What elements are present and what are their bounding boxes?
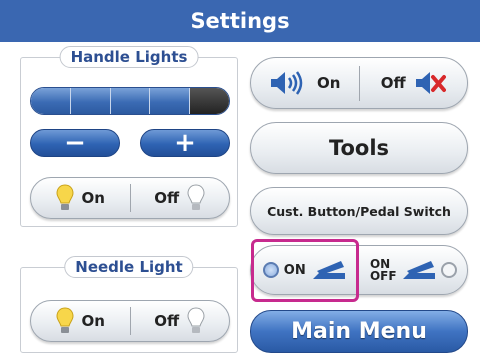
page-title: Settings xyxy=(190,9,290,33)
level-segment xyxy=(70,88,111,114)
speaker-mute-icon xyxy=(415,72,446,94)
lightbulb-off-icon xyxy=(187,184,205,210)
needle-light-label: Needle Light xyxy=(64,256,194,278)
needle-light-toggle: On Off xyxy=(30,300,230,342)
level-segment xyxy=(31,88,71,114)
main-menu-label: Main Menu xyxy=(291,319,427,344)
level-segment xyxy=(190,88,229,114)
tools-button[interactable]: Tools xyxy=(250,122,468,174)
off-label: Off xyxy=(154,189,180,207)
handle-light-off-button[interactable]: Off xyxy=(131,178,230,218)
tools-label: Tools xyxy=(328,136,390,160)
on-label: On xyxy=(81,312,105,330)
lightbulb-off-icon xyxy=(187,307,205,333)
sound-toggle: On Off xyxy=(250,57,468,109)
plus-icon: + xyxy=(174,128,196,158)
lightbulb-on-icon xyxy=(56,307,74,333)
handle-light-on-button[interactable]: On xyxy=(31,178,130,218)
cust-button-label: Cust. Button/Pedal Switch xyxy=(267,203,451,219)
lightbulb-on-icon xyxy=(56,184,74,210)
sound-off-label: Off xyxy=(380,74,406,92)
handle-light-toggle: On Off xyxy=(30,177,230,219)
pedal-onoff-label: ON OFF xyxy=(370,258,397,282)
needle-light-on-button[interactable]: On xyxy=(31,301,130,341)
needle-light-off-button[interactable]: Off xyxy=(131,301,230,341)
decrease-button[interactable]: − xyxy=(30,128,120,158)
level-segment xyxy=(150,88,191,114)
pedal-icon xyxy=(402,261,435,279)
pedal-mode-onoff-option[interactable]: ON OFF xyxy=(360,246,468,294)
main-menu-button[interactable]: Main Menu xyxy=(250,310,468,353)
on-label: On xyxy=(81,189,105,207)
title-bar: Settings xyxy=(0,0,480,42)
sound-on-button[interactable]: On xyxy=(251,58,359,108)
sound-off-button[interactable]: Off xyxy=(360,58,468,108)
handle-light-level-meter[interactable] xyxy=(30,87,230,115)
minus-icon: − xyxy=(64,128,86,158)
radio-unselected xyxy=(440,262,457,278)
handle-lights-label: Handle Lights xyxy=(59,46,199,68)
off-label: Off xyxy=(154,312,180,330)
level-segment xyxy=(110,88,151,114)
pedal-onoff-line2: OFF xyxy=(369,269,397,283)
sound-on-label: On xyxy=(317,74,341,92)
increase-button[interactable]: + xyxy=(140,128,230,158)
selection-highlight xyxy=(251,239,359,302)
speaker-on-icon xyxy=(271,71,303,95)
cust-button-pedal-switch-button[interactable]: Cust. Button/Pedal Switch xyxy=(250,187,468,235)
